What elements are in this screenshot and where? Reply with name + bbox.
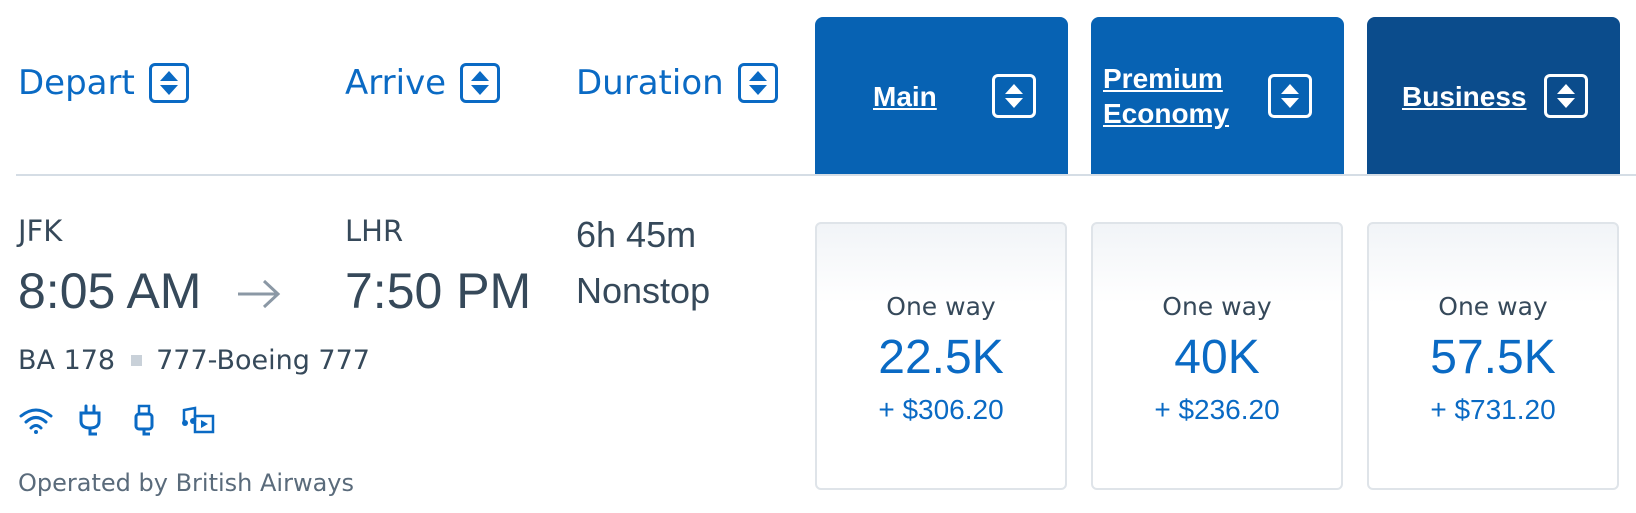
fare-taxes: + $236.20 (1154, 394, 1280, 425)
flight-duration: 6h 45m (576, 214, 697, 255)
arrive-time: 7:50 PM (345, 263, 532, 319)
sort-toggle-icon[interactable] (992, 74, 1036, 118)
fare-taxes: + $306.20 (878, 394, 1004, 425)
sort-toggle-icon[interactable] (148, 63, 189, 103)
flight-stops: Nonstop (576, 270, 711, 311)
fare-card-business[interactable]: One way 57.5K + $731.20 (1367, 222, 1619, 490)
sort-toggle-icon[interactable] (1544, 74, 1588, 118)
duration-header-label: Duration (576, 63, 724, 103)
fare-miles: 40K (1174, 331, 1260, 384)
fare-type: One way (886, 292, 996, 321)
sort-toggle-icon[interactable] (1268, 74, 1312, 118)
flight-number[interactable]: BA 178 (18, 345, 115, 376)
fare-taxes: + $731.20 (1430, 394, 1556, 425)
separator (131, 354, 143, 366)
cabin-sort-link-premium-economy[interactable]: Premium Economy (1103, 61, 1243, 131)
arrow-right-icon (238, 279, 281, 309)
sort-toggle-icon[interactable] (737, 63, 778, 103)
arrive-header-label: Arrive (345, 63, 447, 103)
cabin-header-main[interactable]: Main (815, 17, 1068, 175)
cabin-header-premium-economy[interactable]: Premium Economy (1091, 17, 1344, 175)
depart-header-label: Depart (18, 63, 135, 103)
destination-airport: LHR (345, 214, 404, 248)
cabin-header-business[interactable]: Business (1367, 17, 1620, 175)
sort-toggle-icon[interactable] (460, 63, 501, 103)
sort-duration[interactable]: Duration (576, 58, 778, 108)
aircraft-type[interactable]: 777-Boeing 777 (156, 345, 370, 376)
sort-arrive[interactable]: Arrive (345, 58, 501, 108)
flight-info: BA 178 777-Boeing 777 (18, 340, 370, 380)
fare-miles: 57.5K (1430, 331, 1556, 384)
depart-time: 8:05 AM (18, 263, 202, 319)
sort-depart[interactable]: Depart (18, 58, 189, 108)
wifi-icon[interactable] (16, 402, 56, 438)
operated-by: Operated by British Airways (18, 469, 354, 497)
cabin-sort-link-main[interactable]: Main (873, 79, 937, 114)
usb-icon[interactable] (124, 402, 164, 438)
fare-card-premium-economy[interactable]: One way 40K + $236.20 (1091, 222, 1343, 490)
fare-miles: 22.5K (878, 331, 1004, 384)
cabin-sort-link-business[interactable]: Business (1402, 79, 1527, 114)
header-divider (16, 174, 1636, 176)
entertainment-icon[interactable] (178, 402, 218, 438)
power-outlet-icon[interactable] (70, 402, 110, 438)
fare-type: One way (1162, 292, 1272, 321)
fare-card-main[interactable]: One way 22.5K + $306.20 (815, 222, 1067, 490)
origin-airport: JFK (18, 214, 63, 248)
fare-type: One way (1438, 292, 1548, 321)
